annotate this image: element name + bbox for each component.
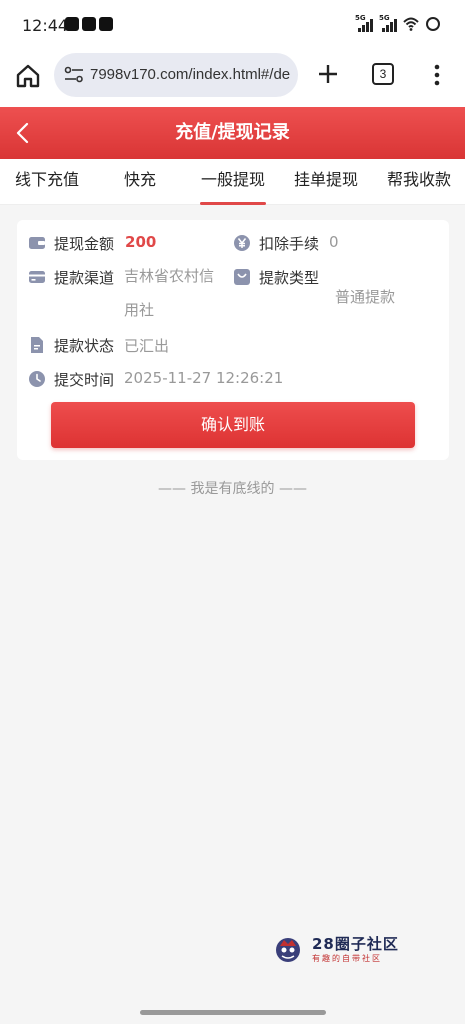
page-title: 充值/提现记录 (175, 122, 290, 143)
status-indicators: 5G 5G (355, 14, 441, 32)
gesture-bar[interactable] (140, 1010, 326, 1015)
bag-icon (234, 269, 250, 285)
amount-value: 200 (125, 233, 157, 251)
time-row: 提交时间 2025-11-27 12:26:21 (28, 369, 283, 390)
watermark-subtitle: 有趣的自带社区 (312, 954, 382, 963)
wallet-icon (29, 237, 45, 249)
wifi-icon (403, 17, 419, 31)
tab-order-withdrawal[interactable]: 挂单提现 (290, 159, 362, 205)
clock-icon (29, 371, 45, 387)
amount-label: 提现金额 (54, 235, 115, 253)
time-label: 提交时间 (54, 371, 115, 389)
type-row: 提款类型 (233, 267, 319, 288)
fee-row: 扣除手续 0 (233, 233, 339, 254)
app-header: 充值/提现记录 (0, 107, 465, 159)
confirm-received-button[interactable]: 确认到账 (51, 402, 415, 448)
community-logo-icon (276, 938, 300, 962)
signal-icon: 5G (379, 14, 397, 32)
document-icon (31, 337, 43, 353)
status-time: 12:44 (22, 16, 69, 35)
end-of-list-text: —— 我是有底线的 —— (158, 481, 307, 497)
battery-ring-icon (426, 17, 440, 31)
bank-card-icon (29, 271, 45, 283)
site-settings-icon[interactable] (64, 66, 84, 84)
status-bar: 12:44 5G 5G (0, 0, 465, 50)
withdrawal-record-card: 提现金额 200 扣除手续 0 提款渠道 吉林省农村信 用社 提款类型 普通提款 (17, 220, 449, 460)
tab-offline-recharge[interactable]: 线下充值 (6, 159, 88, 205)
status-label: 提款状态 (54, 337, 115, 355)
channel-label: 提款渠道 (54, 269, 115, 287)
watermark-title: 28圈子社区 (312, 935, 399, 953)
time-value: 2025-11-27 12:26:21 (124, 369, 284, 387)
record-tabs: 线下充值 快充 一般提现 挂单提现 帮我收款 (0, 159, 465, 205)
address-bar[interactable]: 7998v170.com/index.html#/de (54, 53, 298, 97)
home-icon[interactable] (14, 62, 42, 90)
yen-icon (234, 235, 250, 251)
app-notification-icon (65, 17, 79, 31)
watermark: 28圈子社区 有趣的自带社区 (272, 932, 412, 968)
url-text[interactable]: 7998v170.com/index.html#/de (90, 66, 290, 83)
new-tab-icon[interactable] (316, 62, 340, 86)
signal-icon: 5G (355, 14, 373, 32)
type-value: 普通提款 (335, 288, 396, 306)
tiktok-notification-icon (82, 17, 96, 31)
notification-icons (65, 17, 113, 31)
status-row: 提款状态 已汇出 (28, 335, 169, 356)
status-value: 已汇出 (124, 337, 170, 355)
channel-row: 提款渠道 吉林省农村信 用社 (28, 267, 224, 327)
app-notification-icon (99, 17, 113, 31)
browser-toolbar: 7998v170.com/index.html#/de 3 (0, 50, 465, 107)
tab-switcher-button[interactable]: 3 (372, 63, 394, 85)
channel-value: 吉林省农村信 用社 (124, 267, 215, 319)
type-label: 提款类型 (259, 269, 320, 287)
fee-value: 0 (329, 233, 339, 251)
tab-normal-withdrawal[interactable]: 一般提现 (200, 159, 266, 205)
tab-quick-recharge[interactable]: 快充 (108, 159, 172, 205)
amount-row: 提现金额 200 (28, 233, 156, 254)
fee-label: 扣除手续 (259, 235, 320, 253)
more-menu-icon[interactable] (428, 62, 446, 88)
tab-help-collect[interactable]: 帮我收款 (382, 159, 456, 205)
